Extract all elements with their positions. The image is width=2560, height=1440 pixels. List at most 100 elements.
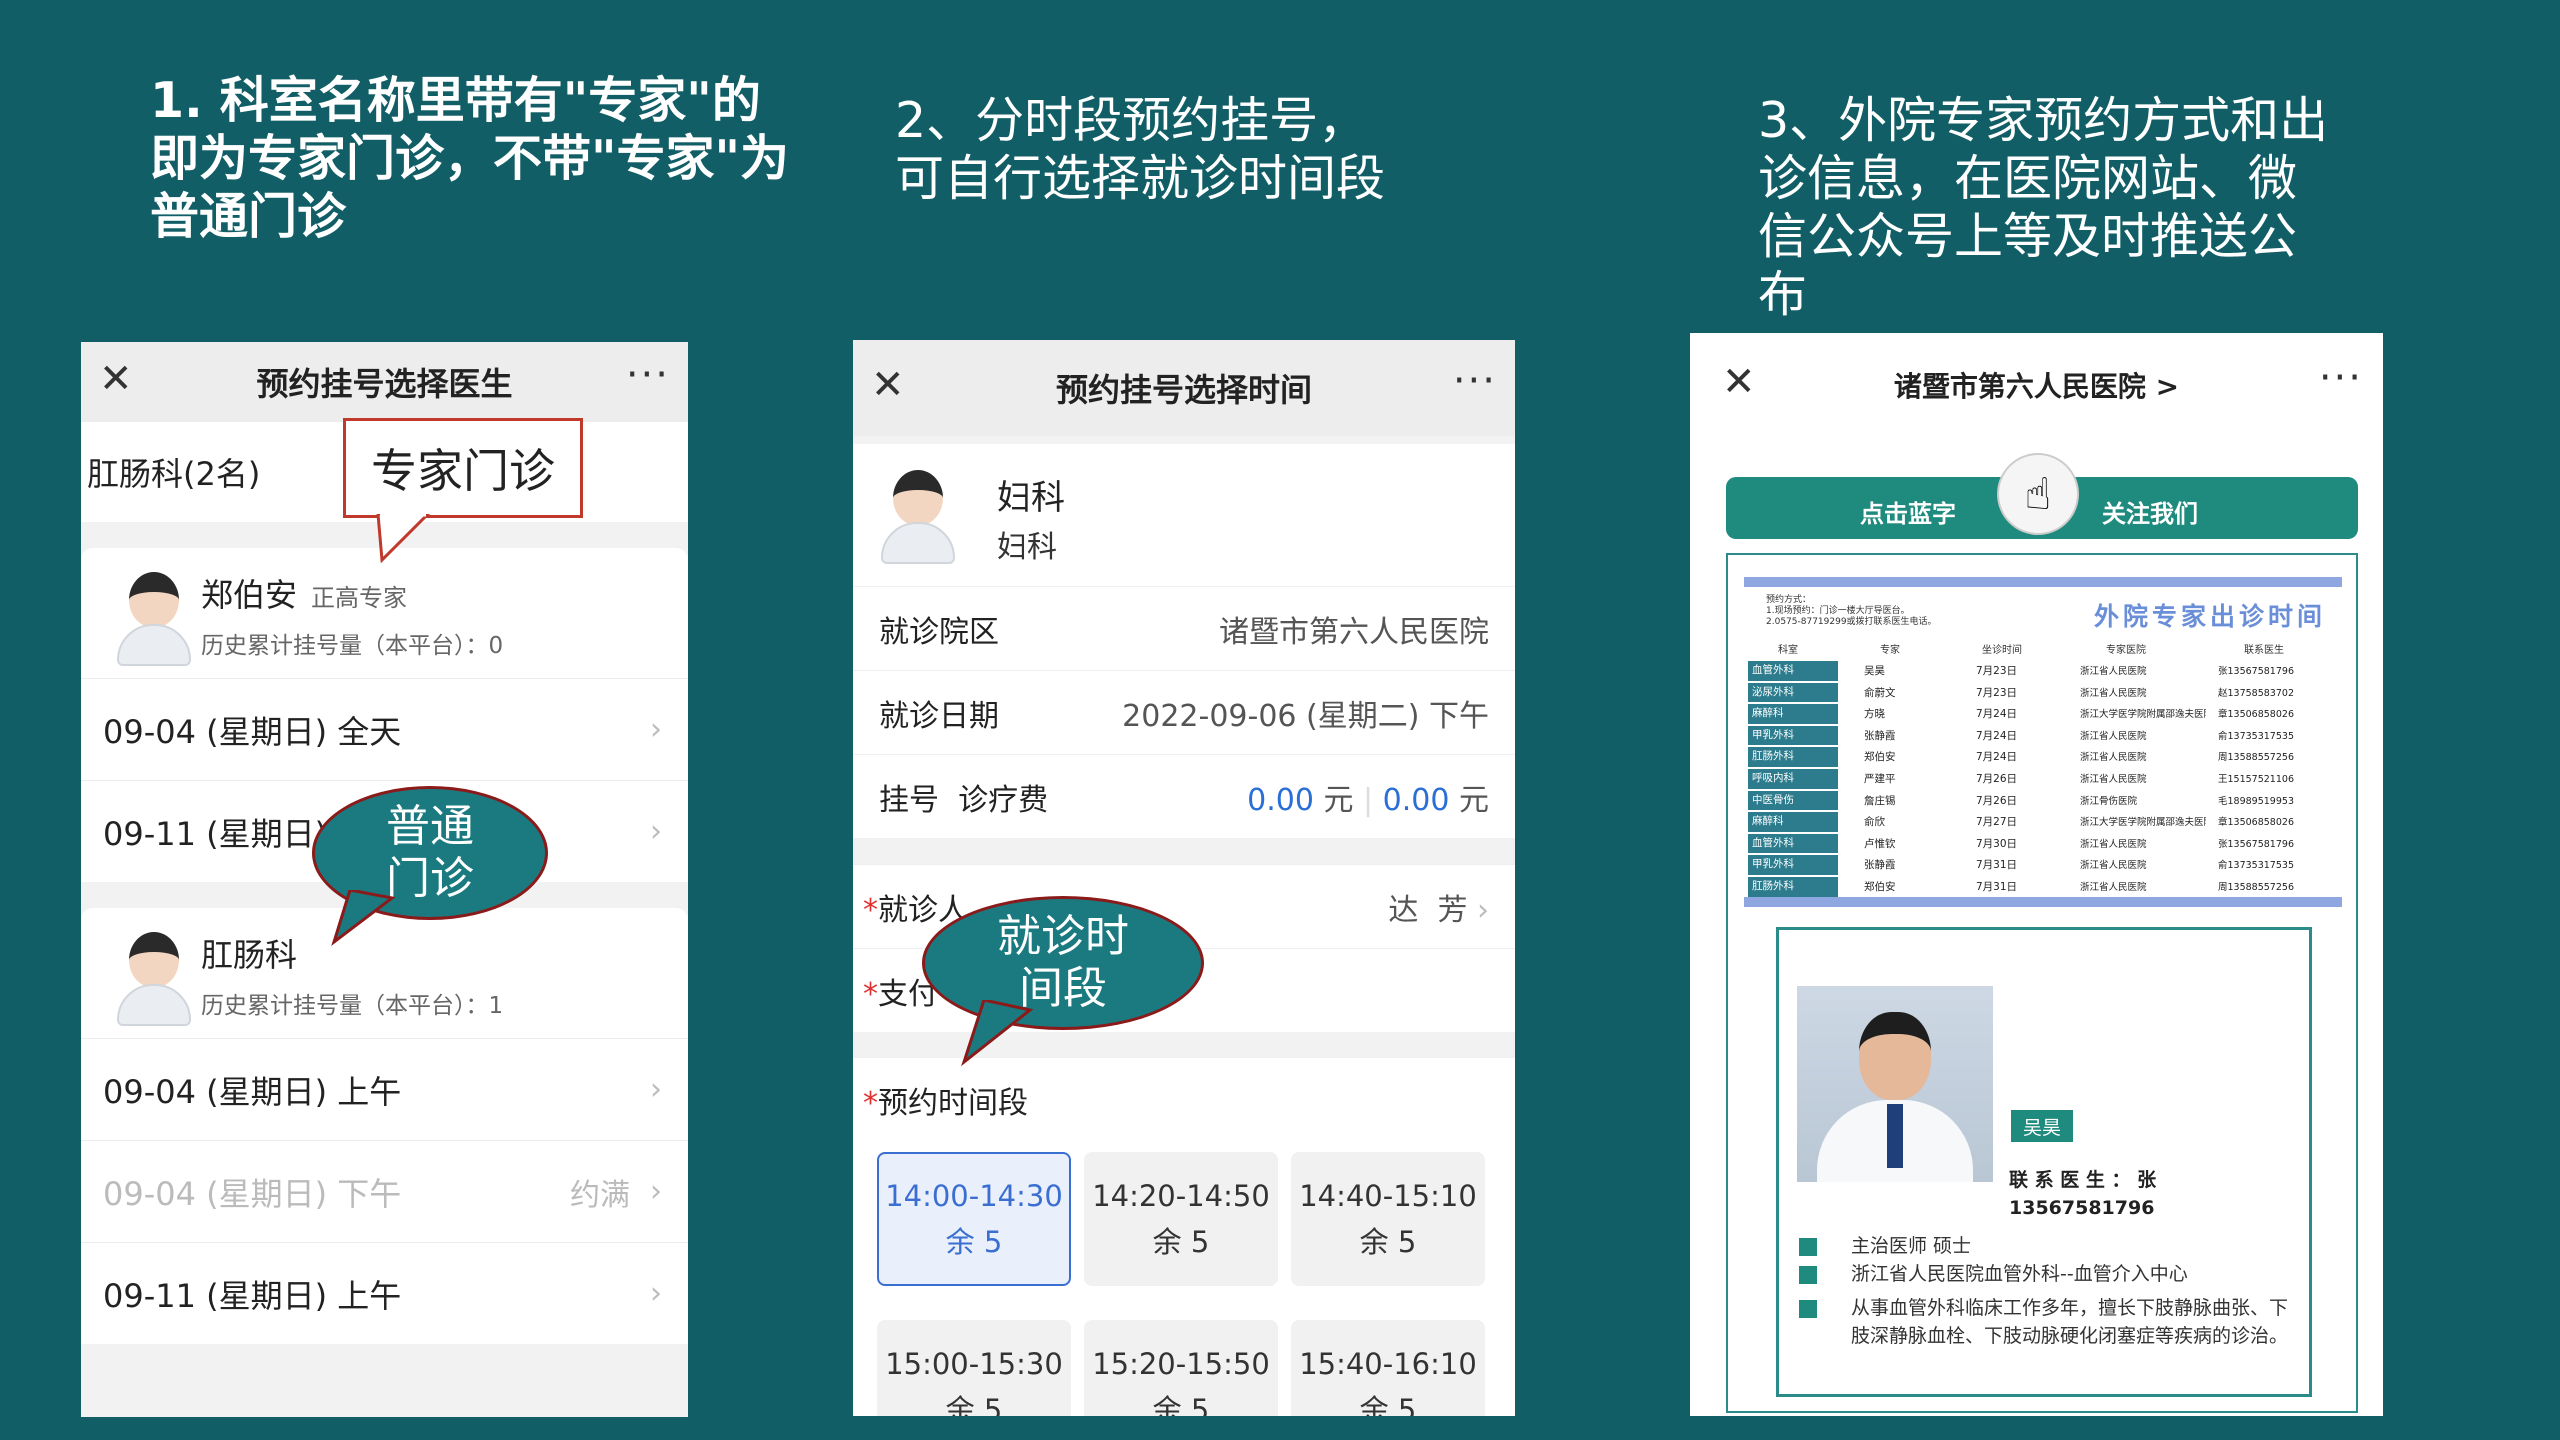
more-icon[interactable]: ··· [2319,355,2363,401]
schedule-row[interactable]: 09-11 (星期日) 上午 › [81,1242,688,1344]
callout-expert: 专家门诊 [343,418,583,518]
callout-expert-pointer [376,514,431,564]
caption-external-expert: 3、外院专家预约方式和出 诊信息，在医院网站、微 信公众号上等及时推送公 布 [1758,92,2329,323]
time-slot[interactable]: 14:20-14:50 余 5 [1084,1152,1278,1286]
chevron-right-icon: › [650,1072,662,1107]
time-slot[interactable]: 15:40-16:10 余 5 [1291,1320,1485,1416]
contact-column: 张13567581796 赵13758583702 章13506858026 俞137… [2218,661,2338,899]
chevron-right-icon: › [650,712,662,747]
hospital-column: 浙江省人民医院 浙江省人民医院 浙江大学医学院附属邵逸夫医院 浙江省人民医院 浙江省人民… [2080,661,2206,899]
doctor-avatar [115,566,193,666]
fee-unit: 元 [1459,782,1489,818]
table-cell: 毛18989519953 [2218,795,2294,807]
schedule-row[interactable]: 09-04 (星期日) 上午 › [81,1038,688,1140]
table-cell: 张静霞 [1864,859,1896,872]
date-column: 7月23日 7月23日 7月24日 7月24日 7月24日 7月26日 7月26日 7月27日… [1976,661,2046,899]
schedule-label: 09-04 (星期日) 全天 [103,712,402,751]
table-cell: 俞欣 [1864,816,1885,829]
table-cell: 张13567581796 [2218,838,2294,850]
table-cell: 浙江省人民医院 [2080,666,2147,677]
doctor-photo [1797,986,1993,1182]
doctor-name: 郑伯安 [201,576,298,614]
table-cell: 7月30日 [1976,837,2018,850]
table-cell: 周13588557256 [2218,881,2294,893]
table-cell: 浙江省人民医院 [2080,881,2147,893]
more-icon[interactable]: ··· [1453,358,1497,404]
table-cell: 章13506858026 [2218,817,2294,829]
table-cell: 肛肠外科 [1748,876,1838,897]
doctor-name-tag: 吴昊 [2011,1110,2073,1142]
time-slot-selected[interactable]: 14:00-14:30 余 5 [877,1152,1071,1286]
table-title: 外院专家出诊时间 [2093,602,2326,631]
doctor-name-line: 郑伯安 正高专家 [201,570,407,616]
table-cell: 7月31日 [1976,859,2018,872]
doctor-dept: 妇科 [997,530,1057,565]
table-cell: 浙江大学医学院附属邵逸夫医院 [2080,709,2206,721]
table-cell: 赵13758583702 [2218,687,2294,699]
table-cell: 郑伯安 [1864,751,1896,764]
table-cell: 7月23日 [1976,686,2018,699]
table-cell: 呼吸内科 [1748,768,1838,789]
table-cell: 甲乳外科 [1748,725,1838,746]
close-icon[interactable]: ✕ [871,362,905,408]
table-cell: 中医骨伤 [1748,790,1838,811]
fee-values: 0.00 元 | 0.00 元 [1247,782,1489,818]
slots-header: *预约时间段 [853,1058,1515,1142]
table-cell: 浙江大学医学院附属邵逸夫医院 [2080,817,2206,829]
doctor-title: 正高专家 [311,584,408,612]
table-cell: 严建平 [1864,772,1896,785]
table-cell: 7月26日 [1976,772,2018,785]
schedule-label: 09-04 (星期日) 上午 [103,1072,402,1111]
schedule-poster: 预约方式： 1.现场预约：门诊一楼大厅导医台。 2.0575-87719299或… [1726,553,2358,1413]
doctor-card: 妇科 妇科 [853,444,1515,586]
chevron-right-icon: › [650,1174,662,1209]
campus-value: 诸暨市第六人民医院 [1219,614,1489,650]
doctor-count: 历史累计挂号量（本平台）：0 [201,633,504,659]
top-bar: ✕ 预约挂号选择医生 ··· [81,342,688,422]
profile-bullet: 浙江省人民医院血管外科--血管介入中心 [1799,1260,2299,1288]
table-cell: 7月31日 [1976,880,2018,893]
doctor-contact: 联 系 医 生 ： 张 13567581796 [2009,1169,2157,1219]
doctor-card[interactable]: 郑伯安 正高专家 历史累计挂号量（本平台）：0 [81,548,688,678]
table-cell: 周13588557256 [2218,752,2294,764]
page-title[interactable]: 诸暨市第六人民医院 > [1894,365,2179,405]
table-cell: 7月24日 [1976,751,2018,764]
more-icon[interactable]: ··· [626,352,670,398]
patient-value: 达 芳 › [1388,892,1489,928]
table-cell: 俞13735317535 [2218,730,2294,742]
table-header: 专家医院 [2106,645,2146,656]
follow-left-text: 点击蓝字 [1860,500,1956,528]
doctor-count: 历史累计挂号量（本平台）：1 [201,993,504,1019]
top-bar: ✕ 诸暨市第六人民医院 > ··· [1690,333,2383,437]
table-cell: 浙江省人民医院 [2080,838,2147,850]
time-slot[interactable]: 15:20-15:50 余 5 [1084,1320,1278,1416]
table-cell: 张13567581796 [2218,666,2294,677]
table-header: 科室 [1778,645,1798,656]
callout-time-pointer [961,1000,1034,1067]
table-cell: 浙江骨伤医院 [2080,795,2138,807]
schedule-row[interactable]: 09-04 (星期日) 全天 › [81,678,688,780]
close-icon[interactable]: ✕ [1722,359,1756,405]
schedule-label: 09-11 (星期日) 上午 [103,1276,402,1315]
table-header: 专家 [1880,645,1900,656]
full-badge: 约满 [570,1177,630,1213]
doctor-profile-card: 吴昊 联 系 医 生 ： 张 13567581796 主治医师 硕士 浙江省人民… [1776,927,2312,1397]
expert-column: 吴昊 俞蔚文 方晓 张静霞 郑伯安 严建平 詹庄锡 俞欣 卢惟钦 张静霞 郑伯安 [1864,661,1934,899]
callout-general-pointer [331,890,396,947]
caption-expert-clinic: 1. 科室名称里带有"专家"的 即为专家门诊，不带"专家"为 普通门诊 [150,72,790,245]
table-cell: 俞13735317535 [2218,860,2294,872]
time-slot[interactable]: 15:00-15:30 余 5 [877,1320,1071,1416]
table-cell: 吴昊 [1864,665,1885,677]
table-cell: 卢惟钦 [1864,837,1896,850]
slots-label: 预约时间段 [878,1086,1028,1121]
doctor-name: 妇科 [997,478,1065,518]
table-cell: 詹庄锡 [1864,794,1896,807]
time-slot[interactable]: 14:40-15:10 余 5 [1291,1152,1485,1286]
table-cell: 浙江省人民医院 [2080,773,2147,785]
doctor-name: 肛肠科 [201,936,298,974]
fee-label: 挂号 诊疗费 [879,782,1049,818]
table-cell: 7月27日 [1976,816,2018,829]
page-title: 预约挂号选择时间 [1055,371,1312,409]
close-icon[interactable]: ✕ [99,356,133,402]
table-cell: 7月23日 [1976,665,2018,677]
